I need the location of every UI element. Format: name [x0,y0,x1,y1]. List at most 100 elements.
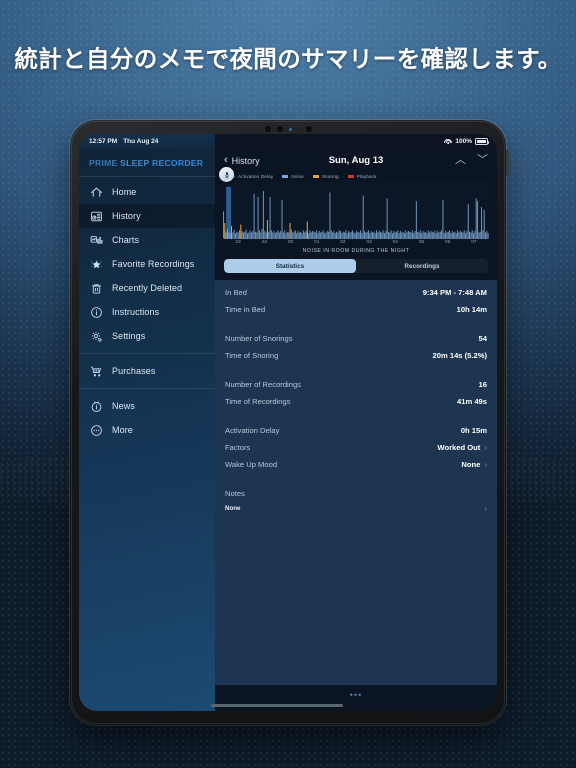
status-time: 12:57 PM [89,138,118,145]
home-indicator[interactable] [211,704,344,707]
stat-value: 20m 14s (5.2%) [432,351,487,360]
sidebar-nav: Home History Charts Favorite Recordings … [79,177,215,442]
stat-row-activation-delay[interactable]: Activation Delay 0h 15m [225,422,487,439]
sidebar-divider [79,388,215,389]
status-date: Thu Aug 24 [123,138,159,145]
segmented-control-wrap: Statistics Recordings [215,259,497,273]
chevron-up-icon[interactable]: ︿ [455,155,466,166]
sidebar-item-news[interactable]: News [79,394,215,418]
stat-key: Number of Snorings [225,334,293,343]
stat-row-wake-up-mood[interactable]: Wake Up Mood None › [225,456,487,473]
sidebar-item-home[interactable]: Home [79,180,215,204]
chevron-down-icon[interactable]: ﹀ [477,155,488,166]
battery-icon [475,138,490,145]
stat-row-time-of-snoring[interactable]: Time of Snoring 20m 14s (5.2%) [225,347,487,364]
sensor-dot [288,127,292,131]
legend-swatch [312,175,319,178]
sidebar-item-instructions[interactable]: Instructions [79,300,215,324]
chart-section: Activation Delay Noise Snoring Playback [215,167,497,259]
stat-row-time-in-bed[interactable]: Time in Bed 10h 14m [225,301,487,318]
camera-dot [276,126,283,132]
brand-part-3: RECORDER [152,158,204,168]
sidebar-item-label: Favorite Recordings [112,259,195,269]
sensor-dot [297,128,300,130]
sidebar-item-settings[interactable]: Settings [79,324,215,348]
stat-value: 16 [478,380,487,389]
sidebar-item-charts[interactable]: Charts [79,228,215,252]
trash-icon [89,281,103,295]
sidebar-item-label: Settings [112,331,146,341]
x-tick: 23 [261,240,267,245]
tab-recordings[interactable]: Recordings [356,259,488,273]
row-spacer [225,318,487,330]
segmented-control: Statistics Recordings [224,259,488,273]
stat-row-number-of-recordings[interactable]: Number of Recordings 16 [225,376,487,393]
ipad-screen: 12:57 PM Thu Aug 24 100% PRIME SLEEP REC… [79,134,497,711]
status-bar-right: 100% [215,134,497,149]
sidebar-item-label: Home [112,187,137,197]
legend-swatch [347,175,354,178]
stat-row-factors[interactable]: Factors Worked Out › [225,439,487,456]
stat-key: Number of Recordings [225,380,301,389]
microphone-icon[interactable] [219,167,234,182]
cart-icon [89,364,103,378]
stat-key: Factors [225,443,251,452]
power-button[interactable] [506,150,509,176]
row-spacer [225,410,487,422]
chart-caption: NOISE IN ROOM DURING THE NIGHT [302,248,410,254]
sidebar-item-label: Recently Deleted [112,283,183,293]
x-tick: 03 [366,240,372,245]
sidebar-item-label: Charts [112,235,140,245]
more-dots-indicator[interactable]: ••• [215,691,497,700]
noise-chart[interactable] [223,181,489,239]
legend-item: Noise [282,174,304,179]
battery-percent: 100% [455,138,472,145]
sidebar-item-history[interactable]: History [79,204,215,228]
stat-value: 9:34 PM - 7:48 AM [422,288,487,297]
row-spacer [225,473,487,485]
stat-row-notes[interactable]: Notes [225,485,487,502]
notes-value-row[interactable]: None › [225,502,487,514]
stat-row-number-of-snorings[interactable]: Number of Snorings 54 [225,330,487,347]
legend-label: Noise [291,174,304,179]
history-icon [89,209,103,223]
status-bar: 12:57 PM Thu Aug 24 100% [79,134,497,149]
legend-item: Activation Delay [229,174,273,179]
x-tick: 00 [287,240,294,245]
sidebar-item-purchases[interactable]: Purchases [79,359,215,383]
gear-icon [89,329,103,343]
x-tick: 22 [235,240,241,245]
x-tick: 07 [471,240,477,245]
content-pane: ‹ History Sun, Aug 13 ︿ ﹀ Activation Del… [211,149,497,711]
wifi-icon [444,138,453,145]
legend-item: Snoring [312,174,339,179]
chart-x-axis: 22 23 00 01 02 03 04 05 06 07 [223,239,489,245]
tab-statistics[interactable]: Statistics [224,259,356,273]
stat-row-time-of-recordings[interactable]: Time of Recordings 41m 49s [225,393,487,410]
stat-value-wrap: None › [461,460,487,469]
camera-dot [264,126,271,132]
stat-row-in-bed[interactable]: In Bed 9:34 PM - 7:48 AM [225,284,487,301]
x-tick: 01 [314,240,320,245]
app-body: PRIME SLEEP RECORDER Home History Charts… [79,149,497,711]
stat-key: In Bed [225,288,247,297]
sidebar-item-label: Instructions [112,307,160,317]
chevron-right-icon: › [484,503,487,513]
back-button[interactable]: ‹ History [224,155,260,166]
status-bar-left: 12:57 PM Thu Aug 24 [79,134,215,149]
x-tick: 04 [392,240,398,245]
home-icon [89,185,103,199]
legend-label: Playback [356,174,377,179]
sidebar-item-recently-deleted[interactable]: Recently Deleted [79,276,215,300]
bottom-bar: ••• [211,685,497,711]
stat-value: None [461,460,481,469]
sidebar-item-more[interactable]: More [79,418,215,442]
stat-value: 10h 14m [456,305,487,314]
stat-value: 41m 49s [457,397,487,406]
sidebar-item-favorite-recordings[interactable]: Favorite Recordings [79,252,215,276]
sidebar-item-label: Purchases [112,366,156,376]
chevron-right-icon: › [484,443,487,452]
sidebar-item-label: History [112,211,141,221]
stat-value: 54 [478,334,487,343]
more-icon [89,423,103,437]
